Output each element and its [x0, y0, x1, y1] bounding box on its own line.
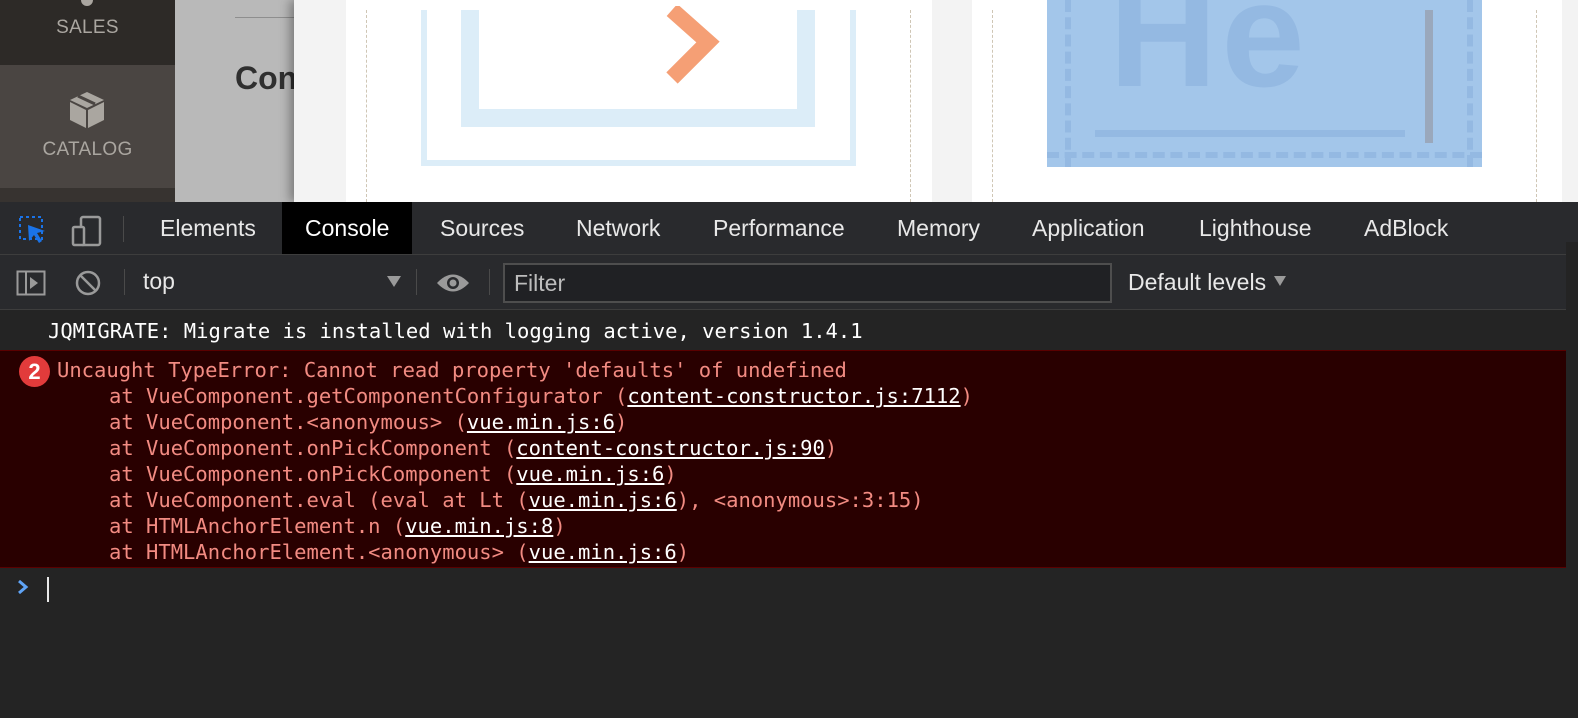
guide-line: [366, 10, 367, 202]
stack-frame-text: ): [824, 436, 838, 460]
stack-frame: at HTMLAnchorElement.<anonymous> (vue.mi…: [109, 540, 689, 564]
stack-frame: at VueComponent.getComponentConfigurator…: [109, 384, 973, 408]
select-element-icon[interactable]: [18, 215, 48, 250]
tab-application[interactable]: Application: [1009, 202, 1168, 254]
guide-line: [910, 10, 911, 202]
stack-frame-text: ): [676, 540, 690, 564]
stack-frame-text: at VueComponent.onPickComponent (: [109, 462, 517, 486]
tab-network[interactable]: Network: [553, 202, 683, 254]
sidebar-item-label: SALES: [56, 17, 119, 38]
text-cursor: [47, 577, 49, 602]
devtools-tabbar: Elements Console Sources Network Performance…: [0, 202, 1578, 255]
tab-console[interactable]: Console: [282, 202, 413, 254]
tab-memory[interactable]: Memory: [874, 202, 1003, 254]
console-message-text: JQMIGRATE: Migrate is installed with log…: [48, 319, 863, 343]
stack-frame: at VueComponent.eval (eval at Lt (vue.mi…: [109, 488, 924, 512]
divider: [235, 17, 295, 18]
clear-console-icon[interactable]: [74, 269, 102, 302]
source-link[interactable]: vue.min.js:6: [516, 462, 664, 486]
stack-frame-text: at VueComponent.getComponentConfigurator…: [109, 384, 628, 408]
tab-lighthouse[interactable]: Lighthouse: [1176, 202, 1335, 254]
source-link[interactable]: vue.min.js:6: [529, 540, 677, 564]
stack-frame-text: ): [664, 462, 677, 486]
admin-sidebar: SALES CATALOG: [0, 0, 175, 202]
stack-frame: at VueComponent.onPickComponent (content…: [109, 436, 837, 460]
console-output: JQMIGRATE: Migrate is installed with log…: [0, 310, 1578, 718]
box-icon: [68, 90, 106, 136]
stack-frame: at VueComponent.onPickComponent (vue.min…: [109, 462, 677, 486]
stack-frame: at HTMLAnchorElement.n (vue.min.js:8): [109, 514, 566, 538]
guide-line: [992, 10, 993, 202]
device-toolbar-icon[interactable]: [71, 215, 103, 252]
component-card[interactable]: [346, 0, 932, 202]
dollar-icon: [81, 0, 93, 6]
stack-frame-text: at VueComponent.eval (eval at Lt (: [109, 488, 529, 512]
source-link[interactable]: content-constructor.js:7112: [627, 384, 960, 408]
log-levels-dropdown[interactable]: Default levels: [1128, 269, 1287, 296]
prompt-chevron-icon: [18, 579, 29, 595]
guide-line: [1536, 10, 1537, 202]
sidebar-item-catalog[interactable]: CATALOG: [0, 65, 175, 188]
tab-elements[interactable]: Elements: [137, 202, 279, 254]
chevron-down-icon: [387, 276, 401, 287]
console-message-info: JQMIGRATE: Migrate is installed with log…: [0, 310, 1578, 350]
tab-performance[interactable]: Performance: [690, 202, 868, 254]
console-prompt[interactable]: [0, 568, 1578, 608]
source-link[interactable]: vue.min.js:6: [529, 488, 677, 512]
filter-input[interactable]: [503, 263, 1112, 303]
stack-frame-text: at VueComponent.<anonymous> (: [109, 410, 467, 434]
source-link[interactable]: content-constructor.js:90: [516, 436, 825, 460]
tab-sources[interactable]: Sources: [417, 202, 547, 254]
devtools-panel: Elements Console Sources Network Performance…: [0, 202, 1578, 718]
stack-frame-text: ): [615, 410, 628, 434]
eye-icon[interactable]: [436, 272, 470, 299]
source-link[interactable]: vue.min.js:6: [467, 410, 615, 434]
error-count-badge: 2: [19, 356, 50, 387]
sidebar-toggle-icon[interactable]: [16, 270, 46, 301]
sidebar-item-label: CATALOG: [42, 139, 133, 160]
stack-frame: at VueComponent.<anonymous> (vue.min.js:…: [109, 410, 627, 434]
execution-context-select[interactable]: top: [143, 268, 401, 296]
context-value: top: [143, 268, 175, 294]
scrollbar[interactable]: [1566, 242, 1578, 718]
heading-preview-glyphs: He: [1109, 0, 1309, 118]
sidebar-item[interactable]: [0, 188, 175, 202]
preview-frame-inner: [461, 10, 815, 127]
source-link[interactable]: vue.min.js:8: [405, 514, 553, 538]
content-constructor-modal: He: [294, 0, 1578, 202]
stack-frame-text: at HTMLAnchorElement.n (: [109, 514, 406, 538]
sidebar-item-sales[interactable]: SALES: [0, 0, 175, 65]
console-message-error[interactable]: 2 Uncaught TypeError: Cannot read proper…: [0, 350, 1566, 568]
stack-frame-text: ): [553, 514, 566, 538]
text-caret: [1425, 10, 1433, 143]
error-message: Uncaught TypeError: Cannot read property…: [57, 358, 847, 382]
stack-frame-text: ), <anonymous>:3:15): [676, 488, 924, 512]
page-title: Con: [235, 60, 298, 96]
stack-frame-text: at HTMLAnchorElement.<anonymous> (: [109, 540, 529, 564]
heading-preview: He: [1047, 0, 1482, 167]
stack-frame-text: at VueComponent.onPickComponent (: [109, 436, 517, 460]
tab-adblock[interactable]: AdBlock: [1341, 202, 1471, 254]
page-viewport: SALES CATALOG Con He: [0, 0, 1578, 202]
component-card[interactable]: He: [972, 0, 1562, 202]
chevron-down-icon: [1274, 276, 1287, 286]
page-content-overlay: Con: [175, 0, 298, 202]
stack-frame-text: ): [960, 384, 973, 408]
log-levels-label: Default levels: [1128, 269, 1267, 295]
chevron-right-icon: [666, 6, 720, 84]
console-toolbar: top Default levels: [0, 255, 1578, 310]
